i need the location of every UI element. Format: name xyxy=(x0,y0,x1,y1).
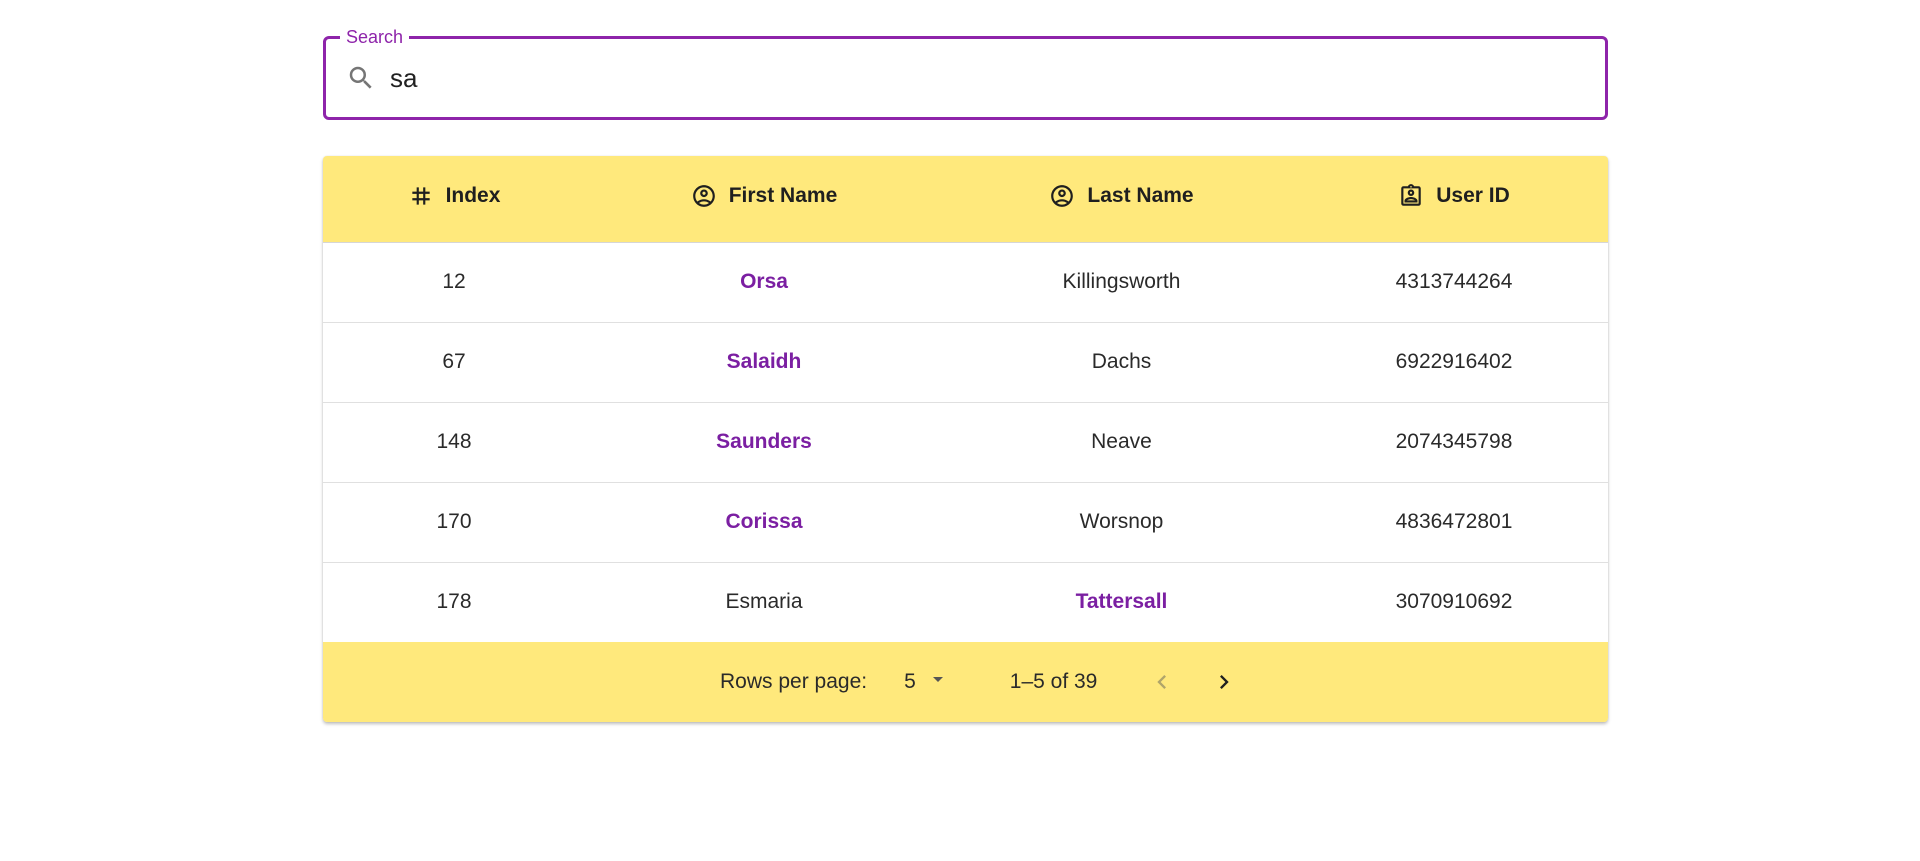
chevron-left-icon xyxy=(1157,675,1167,689)
cell-last-name: Killingsworth xyxy=(1062,270,1181,293)
account-circle-icon xyxy=(1049,183,1075,209)
cell-first-name: Saunders xyxy=(716,430,812,453)
pagination-bar: Rows per page: 5 1–5 of 39 xyxy=(323,642,1608,722)
table-header-row: Index First Name Last Name User ID xyxy=(323,156,1608,242)
cell-index: 148 xyxy=(436,430,472,453)
hash-icon xyxy=(408,183,434,209)
rows-per-page-select[interactable]: 5 xyxy=(904,667,950,697)
cell-index: 170 xyxy=(436,510,472,533)
account-circle-icon xyxy=(691,183,717,209)
cell-index: 12 xyxy=(442,270,466,293)
cell-first-name: Corissa xyxy=(725,510,803,533)
cell-user-id: 3070910692 xyxy=(1395,590,1513,614)
users-table: Index First Name Last Name User ID 12 Or… xyxy=(323,156,1608,642)
column-label: User ID xyxy=(1436,183,1510,207)
pagination-range: 1–5 of 39 xyxy=(1009,670,1098,693)
column-header-index[interactable]: Index xyxy=(323,156,585,242)
rows-per-page-value: 5 xyxy=(904,670,916,693)
table-row[interactable]: 12 Orsa Killingsworth 4313744264 xyxy=(323,242,1608,322)
cell-index: 178 xyxy=(436,590,472,614)
caret-down-icon xyxy=(926,667,950,697)
cell-last-name: Neave xyxy=(1091,430,1152,453)
search-label: Search xyxy=(340,26,410,48)
cell-user-id: 2074345798 xyxy=(1395,430,1513,453)
table-row[interactable]: 178 Esmaria Tattersall 3070910692 xyxy=(323,562,1608,642)
search-input[interactable] xyxy=(390,62,1540,94)
table-row[interactable]: 67 Salaidh Dachs 6922916402 xyxy=(323,322,1608,402)
table-row[interactable]: 170 Corissa Worsnop 4836472801 xyxy=(323,482,1608,562)
cell-first-name: Salaidh xyxy=(726,350,802,373)
cell-user-id: 6922916402 xyxy=(1395,350,1513,373)
page-container: Search Index xyxy=(323,26,1608,722)
previous-page-button[interactable] xyxy=(1144,664,1180,700)
users-table-card: Index First Name Last Name User ID 12 Or… xyxy=(323,156,1608,722)
rows-per-page-label: Rows per page: xyxy=(720,670,868,693)
badge-icon xyxy=(1398,183,1424,209)
search-icon xyxy=(346,63,376,93)
table-row[interactable]: 148 Saunders Neave 2074345798 xyxy=(323,402,1608,482)
column-label: First Name xyxy=(728,183,838,207)
cell-first-name: Orsa xyxy=(740,270,788,293)
column-label: Last Name xyxy=(1087,183,1194,207)
chevron-right-icon xyxy=(1220,675,1230,689)
column-header-user-id[interactable]: User ID xyxy=(1300,156,1608,242)
cell-last-name: Dachs xyxy=(1091,350,1152,373)
cell-index: 67 xyxy=(442,350,466,373)
cell-last-name: Worsnop xyxy=(1079,510,1164,533)
cell-user-id: 4836472801 xyxy=(1395,510,1513,533)
cell-last-name: Tattersall xyxy=(1075,590,1168,614)
column-header-first-name[interactable]: First Name xyxy=(585,156,943,242)
column-label: Index xyxy=(445,183,501,207)
cell-first-name: Esmaria xyxy=(725,590,803,614)
next-page-button[interactable] xyxy=(1206,664,1242,700)
column-header-last-name[interactable]: Last Name xyxy=(943,156,1300,242)
search-field[interactable]: Search xyxy=(323,26,1608,120)
cell-user-id: 4313744264 xyxy=(1395,270,1513,293)
